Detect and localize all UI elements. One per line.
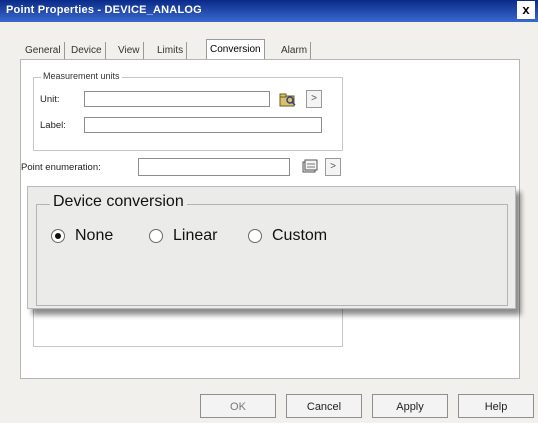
enumeration-more-button[interactable]: > <box>325 158 341 176</box>
tab-limits[interactable]: Limits <box>154 42 188 59</box>
tab-view[interactable]: View <box>115 42 144 59</box>
help-button[interactable]: Help <box>458 394 534 418</box>
tab-general[interactable]: General <box>22 42 65 59</box>
measurement-units-group: Measurement units Unit: > Label: <box>33 71 343 151</box>
device-conversion-group: Device conversion None Linear Custom <box>36 193 508 306</box>
radio-none[interactable]: None <box>51 225 113 247</box>
dialog-body: General Device View Limits Conversion Al… <box>0 22 538 423</box>
unit-more-button[interactable]: > <box>306 90 322 108</box>
radio-linear-label: Linear <box>173 227 218 244</box>
radio-selected-dot <box>55 233 61 239</box>
cancel-button[interactable]: Cancel <box>286 394 362 418</box>
unit-label: Unit: <box>40 94 60 105</box>
radio-none-label: None <box>75 227 114 244</box>
label-label: Label: <box>40 120 66 131</box>
unit-field[interactable] <box>84 91 270 107</box>
radio-linear-circle[interactable] <box>149 229 163 243</box>
stack-icon[interactable] <box>299 158 321 176</box>
point-properties-dialog: Point Properties - DEVICE_ANALOG x Gener… <box>0 0 538 423</box>
label-field[interactable] <box>84 117 322 133</box>
tab-conversion[interactable]: Conversion <box>206 39 265 60</box>
window-title: Point Properties - DEVICE_ANALOG <box>6 4 202 16</box>
tab-device[interactable]: Device <box>68 42 106 59</box>
title-bar[interactable]: Point Properties - DEVICE_ANALOG x <box>0 0 538 22</box>
radio-custom-circle[interactable] <box>248 229 262 243</box>
tab-alarm[interactable]: Alarm <box>278 42 312 59</box>
point-enumeration-label: Point enumeration: <box>21 162 101 173</box>
radio-none-circle[interactable] <box>51 229 65 243</box>
close-button[interactable]: x <box>517 1 535 19</box>
device-conversion-panel: Device conversion None Linear Custom <box>27 186 516 309</box>
apply-button[interactable]: Apply <box>372 394 448 418</box>
radio-custom[interactable]: Custom <box>248 225 327 247</box>
device-conversion-label: Device conversion <box>50 193 187 211</box>
measurement-units-label: Measurement units <box>41 71 122 81</box>
ok-button[interactable]: OK <box>200 394 276 418</box>
radio-linear[interactable]: Linear <box>149 225 217 247</box>
folder-lookup-icon[interactable] <box>277 90 299 108</box>
point-enumeration-field[interactable] <box>138 158 290 176</box>
underlying-group-box <box>33 306 343 347</box>
radio-custom-label: Custom <box>272 227 328 244</box>
